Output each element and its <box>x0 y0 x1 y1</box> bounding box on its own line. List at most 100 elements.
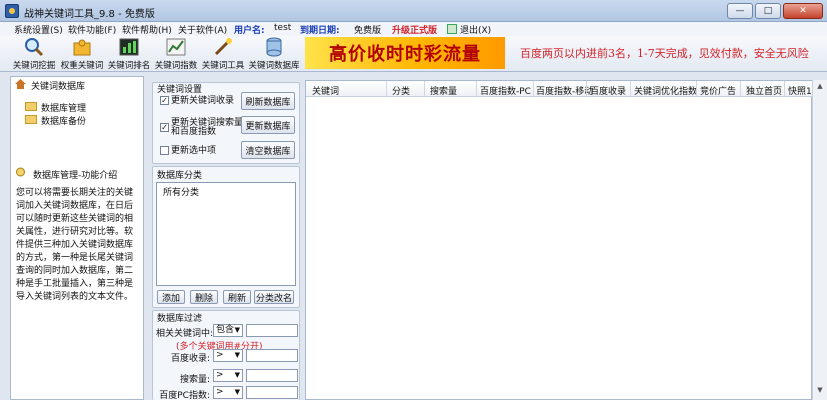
related-operator-select[interactable]: 包含 ▼ <box>213 324 243 337</box>
update-index-checkbox[interactable]: ✓ <box>160 96 169 105</box>
panel-title: 关键词数据库 <box>31 82 86 92</box>
group-title: 关键词设置 <box>157 85 203 95</box>
tool-keyword-mining[interactable]: 关键词挖掘 <box>12 37 56 71</box>
update-volume-checkbox[interactable]: ✓ <box>160 123 169 132</box>
database-icon <box>266 37 282 57</box>
checkbox-label: 更新关键词收录 <box>171 96 235 106</box>
col-baidu-index-pc[interactable]: 百度指数-PC <box>480 84 531 97</box>
column-divider <box>740 81 741 97</box>
refresh-db-button[interactable]: 刷新数据库 <box>241 92 295 110</box>
column-divider <box>424 81 425 97</box>
add-category-button[interactable]: 添加 <box>157 290 185 304</box>
ad-marquee[interactable]: 百度两页以内进前3名，1-7天完成，见效付款，安全无风险 <box>520 45 809 61</box>
settings-panel: 关键词设置 ✓ 更新关键词收录 ✓ 更新关键词搜索量 和百度指数 更新选中项 刷… <box>152 76 302 400</box>
bar-chart-icon <box>119 38 139 56</box>
pc-index-label: 百度PC指数: <box>159 391 210 400</box>
search-volume-label: 搜索量: <box>179 375 210 385</box>
col-baidu-indexed[interactable]: 百度收录 <box>590 84 626 97</box>
column-divider <box>586 81 587 97</box>
tool-keyword-index[interactable]: 关键词指数 <box>154 37 198 71</box>
tool-keyword-database[interactable]: 关键词数据库 <box>248 37 300 71</box>
keyword-table[interactable]: 关键词 分类 搜索量 百度指数-PC 百度指数-移动 百度收录 关键词优化指数 … <box>305 80 813 400</box>
column-divider <box>533 81 534 97</box>
list-item-all[interactable]: 所有分类 <box>163 185 199 198</box>
menu-software-functions[interactable]: 软件功能(F) <box>68 23 116 36</box>
splitter[interactable] <box>145 76 151 400</box>
magic-wand-icon <box>214 38 232 56</box>
menu-bar: 系统设置(S) 软件功能(F) 软件帮助(H) 关于软件(A) 用户名: tes… <box>0 22 827 36</box>
update-db-button[interactable]: 更新数据库 <box>241 116 295 134</box>
related-keyword-input[interactable] <box>246 324 298 337</box>
related-keyword-label: 相关关键词中: <box>156 329 214 339</box>
table-header: 关键词 分类 搜索量 百度指数-PC 百度指数-移动 百度收录 关键词优化指数 … <box>306 81 813 97</box>
menu-system-settings[interactable]: 系统设置(S) <box>14 23 63 36</box>
group-title: 数据库分类 <box>157 171 203 181</box>
col-snapshot[interactable]: 快照1 <box>788 84 812 97</box>
baidu-index-label: 百度收录: <box>170 354 210 364</box>
intro-header: 数据库管理-功能介绍 <box>11 163 143 181</box>
left-panel: 关键词数据库 数据库管理 数据库备份 数据库管理-功能介绍 您可以将需要长期关注… <box>10 76 144 400</box>
exit-icon <box>447 24 457 34</box>
vertical-scrollbar[interactable]: ▲ ▼ <box>812 80 827 400</box>
minimize-button[interactable]: — <box>727 3 753 19</box>
tool-keyword-tools[interactable]: 关键词工具 <box>201 37 245 71</box>
home-icon <box>15 79 26 89</box>
checkbox-label: 和百度指数 <box>171 127 217 137</box>
intro-text: 您可以将需要长期关注的关键词加入关键词数据库，在日后可以随时更新这些关键词的相关… <box>16 188 134 302</box>
folder-icon <box>25 102 37 111</box>
folder-icon <box>25 115 37 124</box>
expiry-label: 到期日期: <box>300 26 340 36</box>
toolbar: 关键词挖掘 权重关键词 关键词排名 关键词指数 关键词工具 关键词数据库 高价收… <box>0 36 827 72</box>
magnifier-icon <box>25 38 44 57</box>
menu-software-help[interactable]: 软件帮助(H) <box>122 23 172 36</box>
col-optimization-index[interactable]: 关键词优化指数 <box>634 84 697 97</box>
username-value: test <box>274 23 292 33</box>
col-standalone-home[interactable]: 独立首页 <box>746 84 782 97</box>
search-volume-operator-select[interactable]: > ▼ <box>213 369 243 382</box>
chevron-down-icon: ▼ <box>234 326 240 334</box>
maximize-button[interactable]: □ <box>755 3 781 19</box>
title-bar: 战神关键词工具_9.8 - 免费版 — □ ✕ <box>0 0 827 22</box>
column-divider <box>476 81 477 97</box>
app-logo-icon <box>5 4 19 18</box>
search-volume-input[interactable] <box>246 369 298 382</box>
bulb-icon <box>16 167 25 177</box>
menu-exit[interactable]: 退出(X) <box>460 23 491 36</box>
refresh-category-button[interactable]: 刷新 <box>223 290 251 304</box>
column-divider <box>696 81 697 97</box>
scroll-down-icon[interactable]: ▼ <box>815 386 825 396</box>
clear-db-button[interactable]: 清空数据库 <box>241 141 295 159</box>
window-title: 战神关键词工具_9.8 - 免费版 <box>24 9 155 20</box>
group-title: 数据库过滤 <box>157 314 203 324</box>
upgrade-link[interactable]: 升级正式版 <box>392 23 437 36</box>
ad-banner[interactable]: 高价收时时彩流量 <box>305 37 505 69</box>
checkbox-label: 更新选中项 <box>171 146 217 156</box>
tool-weight-keywords[interactable]: 权重关键词 <box>60 37 104 71</box>
keyword-settings-group: 关键词设置 ✓ 更新关键词收录 ✓ 更新关键词搜索量 和百度指数 更新选中项 刷… <box>152 82 300 164</box>
col-search-volume[interactable]: 搜索量 <box>430 84 457 97</box>
update-selected-checkbox[interactable] <box>160 146 169 155</box>
rename-category-button[interactable]: 分类改名 <box>254 290 294 304</box>
col-baidu-index-mobile[interactable]: 百度指数-移动 <box>536 84 593 97</box>
col-bid-ads[interactable]: 竞价广告 <box>700 84 736 97</box>
pc-index-operator-select[interactable]: > ▼ <box>213 386 243 399</box>
menu-about[interactable]: 关于软件(A) <box>178 23 227 36</box>
col-keyword[interactable]: 关键词 <box>312 84 339 97</box>
baidu-index-operator-select[interactable]: > ▼ <box>213 349 243 362</box>
puzzle-icon <box>73 39 91 56</box>
column-divider <box>784 81 785 97</box>
scroll-up-icon[interactable]: ▲ <box>815 82 825 92</box>
username-label: 用户名: <box>234 26 265 36</box>
intro-title: 数据库管理-功能介绍 <box>33 171 118 181</box>
tool-keyword-ranking[interactable]: 关键词排名 <box>107 37 151 71</box>
col-category[interactable]: 分类 <box>392 84 410 97</box>
chevron-down-icon: ▼ <box>234 371 240 379</box>
column-divider <box>630 81 631 97</box>
delete-category-button[interactable]: 删除 <box>190 290 218 304</box>
chevron-down-icon: ▼ <box>234 351 240 359</box>
category-list[interactable]: 所有分类 <box>156 182 296 286</box>
baidu-index-input[interactable] <box>246 349 298 362</box>
pc-index-input[interactable] <box>246 386 298 399</box>
chevron-down-icon: ▼ <box>234 388 240 396</box>
close-button[interactable]: ✕ <box>783 3 823 19</box>
